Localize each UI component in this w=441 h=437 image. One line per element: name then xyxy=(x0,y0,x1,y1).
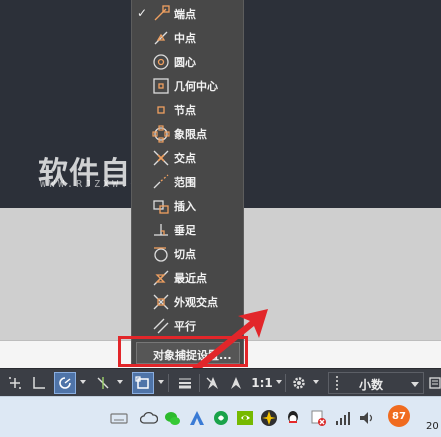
menu-item-quadrant[interactable]: 象限点 xyxy=(132,122,243,146)
menu-item-insertion[interactable]: 插入 xyxy=(132,194,243,218)
perpendicular-icon xyxy=(152,221,170,239)
grid-snap-button[interactable] xyxy=(4,372,26,394)
cloud-icon[interactable] xyxy=(140,409,158,427)
annotation-highlight-box xyxy=(118,336,248,367)
menu-item-perpendicular[interactable]: 垂足 xyxy=(132,218,243,242)
menu-item-label: 节点 xyxy=(174,104,196,117)
nearest-icon xyxy=(152,269,170,287)
gear-icon xyxy=(293,377,305,389)
center-icon xyxy=(152,53,170,71)
menu-item-geometric-center[interactable]: 几何中心 xyxy=(132,74,243,98)
menu-item-intersection[interactable]: 交点 xyxy=(132,146,243,170)
menu-item-midpoint[interactable]: 中点 xyxy=(132,26,243,50)
check-icon: ✓ xyxy=(137,6,148,20)
chevron-down-icon[interactable] xyxy=(117,380,123,384)
menu-item-label: 交点 xyxy=(174,152,196,165)
toolbar-divider xyxy=(199,374,200,392)
toolbar-divider xyxy=(285,374,286,392)
menu-item-label: 外观交点 xyxy=(174,296,218,309)
chevron-down-icon[interactable] xyxy=(158,380,164,384)
annotation-scale-value: 1:1 xyxy=(251,376,273,390)
tangent-icon xyxy=(152,245,170,263)
geometric-center-icon xyxy=(152,77,170,95)
notification-badge[interactable]: 87 xyxy=(388,405,410,427)
status-toolbar: 1:1 小数 xyxy=(0,368,441,396)
menu-item-label: 范围 xyxy=(174,176,196,189)
lineweight-button[interactable] xyxy=(174,372,196,394)
annotation-visibility-button[interactable] xyxy=(203,372,223,394)
parallel-icon xyxy=(152,317,170,335)
system-taskbar: 87 20 xyxy=(0,396,441,437)
node-icon xyxy=(152,101,170,119)
menu-item-parallel[interactable]: 平行 xyxy=(132,314,243,338)
menu-icon xyxy=(429,377,441,389)
menu-item-endpoint[interactable]: ✓ 端点 xyxy=(132,2,243,26)
ortho-icon xyxy=(33,377,45,389)
chevron-down-icon[interactable] xyxy=(313,380,319,384)
menu-item-extension[interactable]: 范围 xyxy=(132,170,243,194)
object-snap-icon xyxy=(135,376,149,389)
menu-item-label: 端点 xyxy=(174,8,196,21)
app-a-icon[interactable] xyxy=(188,409,206,427)
clock-text[interactable]: 20 xyxy=(426,421,439,432)
polar-icon xyxy=(59,377,71,389)
isometric-icon xyxy=(97,377,109,389)
annotation-scale-icon xyxy=(206,377,218,389)
menu-item-label: 最近点 xyxy=(174,272,207,285)
toolbar-divider xyxy=(168,374,169,392)
menu-item-label: 中点 xyxy=(174,32,196,45)
speaker-icon[interactable] xyxy=(358,409,376,427)
lineweight-icon xyxy=(179,378,191,389)
snap-plus-icon xyxy=(9,377,21,389)
keyboard-icon[interactable] xyxy=(110,409,128,427)
autoscale-button[interactable] xyxy=(226,372,246,394)
polar-tracking-button[interactable] xyxy=(54,372,76,394)
osnap-menu: ✓ 端点 中点 圆心 几何中心 节点 象限点 交点 范围 插入 垂足 切点 最近… xyxy=(131,0,244,366)
workspace-settings-button[interactable] xyxy=(289,372,309,394)
sound-wave-icon[interactable] xyxy=(212,409,230,427)
menu-item-label: 平行 xyxy=(174,320,196,333)
menu-item-label: 垂足 xyxy=(174,224,196,237)
chevron-down-icon xyxy=(411,382,419,387)
qq-icon[interactable] xyxy=(284,409,302,427)
isodraft-button[interactable] xyxy=(92,372,114,394)
annotation-icon xyxy=(231,377,241,389)
annotation-scale-dropdown[interactable]: 1:1 xyxy=(251,372,273,394)
nvidia-icon[interactable] xyxy=(236,409,254,427)
menu-item-label: 圆心 xyxy=(174,56,196,69)
menu-item-nearest[interactable]: 最近点 xyxy=(132,266,243,290)
menu-item-label: 几何中心 xyxy=(174,80,218,93)
customization-button[interactable] xyxy=(428,372,441,394)
ortho-button[interactable] xyxy=(28,372,50,394)
chevron-down-icon[interactable] xyxy=(276,380,282,384)
apparent-intersection-icon xyxy=(152,293,170,311)
insertion-icon xyxy=(152,197,170,215)
wechat-icon[interactable] xyxy=(163,409,181,427)
menu-item-label: 插入 xyxy=(174,200,196,213)
menu-item-center[interactable]: 圆心 xyxy=(132,50,243,74)
drag-handle-icon xyxy=(336,376,342,390)
menu-item-tangent[interactable]: 切点 xyxy=(132,242,243,266)
menu-item-label: 象限点 xyxy=(174,128,207,141)
menu-item-apparent-intersection[interactable]: 外观交点 xyxy=(132,290,243,314)
menu-item-label: 切点 xyxy=(174,248,196,261)
units-dropdown[interactable]: 小数 xyxy=(328,372,424,394)
object-snap-button[interactable] xyxy=(132,372,154,394)
signal-icon[interactable] xyxy=(334,409,352,427)
menu-item-node[interactable]: 节点 xyxy=(132,98,243,122)
intersection-icon xyxy=(152,149,170,167)
blocked-flag-icon[interactable] xyxy=(309,409,327,427)
extension-icon xyxy=(152,173,170,191)
units-value: 小数 xyxy=(359,378,384,392)
endpoint-icon xyxy=(152,5,170,23)
security-app-icon[interactable] xyxy=(260,409,278,427)
chevron-down-icon[interactable] xyxy=(80,380,86,384)
quadrant-icon xyxy=(152,125,170,143)
midpoint-icon xyxy=(152,29,170,47)
